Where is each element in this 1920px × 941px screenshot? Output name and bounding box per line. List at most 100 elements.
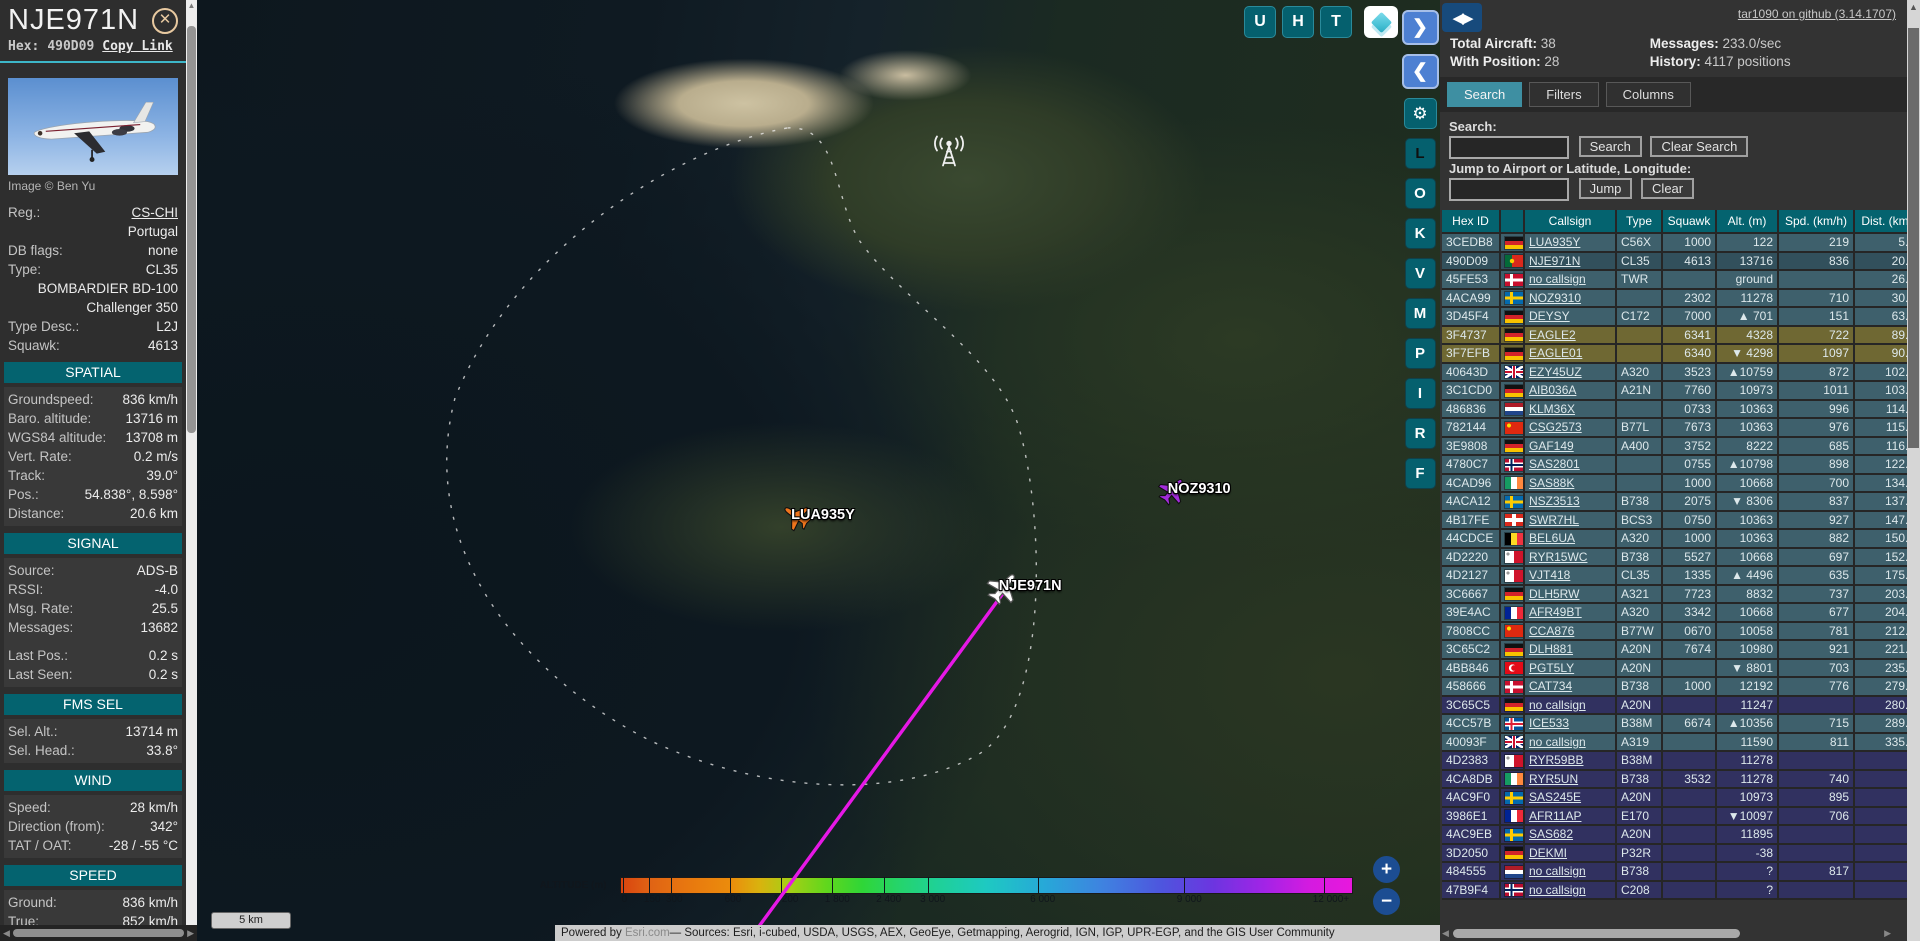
letter-button-m[interactable]: M [1404,298,1436,329]
callsign-link[interactable]: SAS682 [1529,827,1573,841]
collapse-sidebar-button[interactable]: ❮ [1401,54,1439,89]
github-version-link[interactable]: tar1090 on github (3.14.1707) [1738,7,1896,21]
letter-button-f[interactable]: F [1404,458,1436,489]
table-row[interactable]: 40643DEZY45UZA3203523▲10759872102.0-13 [1442,362,1907,383]
scrollbar-thumb[interactable] [12,929,185,937]
callsign-link[interactable]: NSZ3513 [1529,494,1580,508]
table-row[interactable]: 782144CSG2573B77L767310363976115.2-20 [1442,418,1907,438]
column-header[interactable]: Dist. (km) [1854,210,1907,235]
table-row[interactable]: 3D45F4DEYSYC1727000▲ 70115163.9-23 [1442,307,1907,327]
callsign-link[interactable]: EAGLE2 [1529,328,1576,342]
scroll-up-icon[interactable]: ▲ [186,0,197,12]
table-row[interactable]: 4CAD96SAS88K100010668700134.2-21 [1442,473,1907,494]
callsign-link[interactable]: AIB036A [1529,383,1576,397]
column-header[interactable]: Alt. (m) [1716,210,1779,235]
layers-button[interactable] [1364,6,1398,38]
callsign-link[interactable]: DEKMI [1529,846,1567,860]
column-header[interactable]: Hex ID [1442,210,1501,235]
callsign-link[interactable]: RYR15WC [1529,550,1587,564]
letter-button-r[interactable]: R [1404,418,1436,449]
callsign-link[interactable]: VJT418 [1529,568,1570,582]
callsign-link[interactable]: ICE533 [1529,716,1569,730]
table-row[interactable]: 40093Fno callsignA31911590811335.1-22 [1442,732,1907,753]
callsign-link[interactable]: CAT734 [1529,679,1572,693]
scrollbar-thumb[interactable] [1452,928,1741,938]
table-row[interactable]: 4CA8DBRYR5UNB738353211278740-23 [1442,769,1907,790]
table-row[interactable]: 3F7EFBEAGLE016340▼ 4298109790.8-19 [1442,344,1907,364]
table-row[interactable]: 3CEDB8LUA935YC56X10001222195.5-4 [1442,233,1907,253]
letter-button-o[interactable]: O [1404,178,1436,209]
table-row[interactable]: 3E9808GAF149A40037528222685116.5-22 [1442,436,1907,457]
gear-icon[interactable]: ⚙ [1403,98,1437,129]
callsign-link[interactable]: AFR11AP [1529,809,1581,823]
table-row[interactable]: 4ACA12NSZ3513B7382075▼ 8306837137.9-23 [1442,492,1907,512]
zoom-in-button[interactable]: + [1373,856,1400,883]
callsign-link[interactable]: RYR5UN [1529,772,1578,786]
registration-link[interactable]: CS-CHI [132,203,179,222]
map-button-t[interactable]: T [1320,6,1352,38]
table-horizontal-scrollbar[interactable]: ◀ ▶ [1442,926,1891,940]
right-panel-vertical-scrollbar[interactable]: ▲ [1907,0,1920,941]
search-button[interactable]: Search [1578,136,1642,157]
callsign-link[interactable]: KLM36X [1529,402,1575,416]
aircraft-marker-nje971n[interactable]: NJE971N [986,569,1062,606]
callsign-link[interactable]: SAS245E [1529,790,1581,804]
table-row[interactable]: 4CC57BICE533B38M6674▲10356715289.7-22 [1442,714,1907,734]
jump-button[interactable]: Jump [1578,178,1633,200]
callsign-link[interactable]: no callsign [1529,735,1586,749]
scroll-left-icon[interactable]: ◀ [3,928,10,939]
table-row[interactable]: 3D2050DEKMIP32R-38-17 [1442,843,1907,864]
table-row[interactable]: 47B9F4no callsignC208?-23 [1442,880,1907,901]
scroll-left-icon[interactable]: ◀ [1442,928,1449,939]
table-row[interactable]: 3C6667DLH5RWA32177238832737203.6-24 [1442,584,1907,605]
aircraft-marker-lua935y[interactable]: LUA935Y [778,498,855,534]
left-panel-vertical-scrollbar[interactable]: ▲ [186,0,197,925]
callsign-link[interactable]: CSG2573 [1529,420,1582,434]
table-row[interactable]: 3986E1AFR11APE170▼10097706-23 [1442,806,1907,827]
callsign-link[interactable]: EAGLE01 [1529,346,1582,360]
letter-button-l[interactable]: L [1404,138,1436,169]
tab-columns[interactable]: Columns [1605,82,1691,107]
letter-button-i[interactable]: I [1404,378,1436,409]
table-row[interactable]: 4BB846PGT5LYA20N▼ 8801703235.8-25 [1442,658,1907,679]
attribution-esri-link[interactable]: Esri.com [625,927,670,939]
table-row[interactable]: 4B17FESWR7HLBCS3075010363927147.3-24 [1442,510,1907,531]
callsign-link[interactable]: EZY45UZ [1529,365,1582,379]
scroll-right-icon[interactable]: ▶ [187,928,194,939]
table-row[interactable]: 45FE53no callsignTWRground26.0-23 [1442,270,1907,290]
table-row[interactable]: 4AC9EBSAS682A20N11895-25 [1442,825,1907,845]
table-row[interactable]: 39E4ACAFR49BTA320334210668677204.8-24 [1442,603,1907,623]
close-icon[interactable]: ✕ [152,8,178,34]
table-row[interactable]: 458666CAT734B738100012192776279.2-21 [1442,677,1907,697]
scroll-up-icon[interactable]: ▲ [1907,0,1920,14]
column-header[interactable] [1500,210,1525,235]
map-satellite-imagery[interactable]: U H T ❯ ❮ ⚙ LOKVMPIRF ALTITUDE (m) 0 150 3… [197,0,1440,941]
tab-search[interactable]: Search [1447,82,1523,107]
table-row[interactable]: 3F4737EAGLE26341432872289.9-20 [1442,325,1907,346]
table-row[interactable]: 3C1CD0AIB036AA21N7760109731011103.9-11 [1442,381,1907,401]
map-button-u[interactable]: U [1244,6,1276,38]
callsign-link[interactable]: NJE971N [1529,254,1580,268]
callsign-link[interactable]: SAS88K [1529,476,1574,490]
callsign-link[interactable]: SWR7HL [1529,513,1579,527]
table-row[interactable]: 4780C7SAS28010755▲10798898122.4-7 [1442,455,1907,475]
table-header-row[interactable]: Hex ID Callsign Type Squawk Alt. (m) Spd. (km… [1442,210,1907,235]
zoom-out-button[interactable]: − [1373,888,1400,915]
table-row[interactable]: 4AC9F0SAS245EA20N10973895-24 [1442,788,1907,808]
jump-clear-button[interactable]: Clear [1641,178,1695,200]
table-row[interactable]: 3C65C5no callsignA20N11247280.0-24 [1442,695,1907,716]
callsign-link[interactable]: no callsign [1529,883,1586,897]
callsign-link[interactable]: CCA876 [1529,624,1574,638]
callsign-link[interactable]: no callsign [1529,272,1586,286]
column-header[interactable]: Spd. (km/h) [1778,210,1855,235]
table-row[interactable]: 486836KLM36X073310363996114.6-15 [1442,399,1907,420]
expand-sidebar-button[interactable]: ❯ [1401,10,1439,45]
callsign-link[interactable]: no callsign [1529,698,1586,712]
panel-width-toggle-button[interactable]: ◀▶ [1442,3,1482,32]
jump-input[interactable] [1449,178,1569,202]
copy-link[interactable]: Copy Link [102,39,172,54]
callsign-link[interactable]: AFR49BT [1529,605,1582,619]
callsign-link[interactable]: GAF149 [1529,439,1574,453]
table-row[interactable]: 4D2383RYR59BBB38M11278-25 [1442,751,1907,771]
column-header[interactable]: Type [1616,210,1663,235]
